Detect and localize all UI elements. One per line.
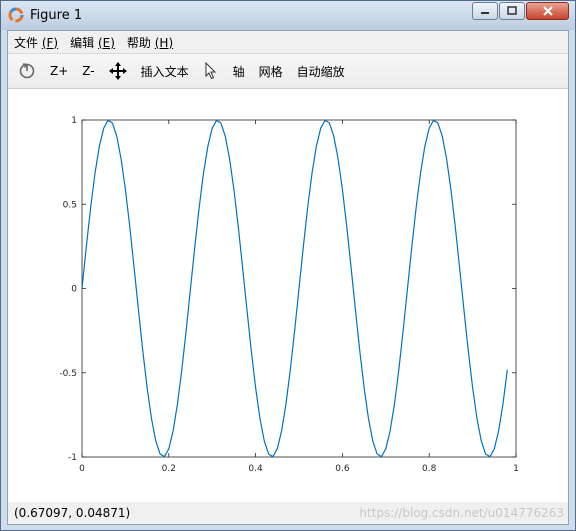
x-tick-label: 0.4 xyxy=(248,464,263,474)
autoscale-label: 自动缩放 xyxy=(296,64,345,79)
x-tick-label: 1 xyxy=(513,464,519,474)
menu-file[interactable]: 文件 (F) xyxy=(8,34,64,51)
menu-help-label: 帮助 xyxy=(126,35,151,50)
menu-bar: 文件 (F) 编辑 (E) 帮助 (H) xyxy=(8,31,568,54)
y-tick-label: -1 xyxy=(68,453,77,463)
pointer-coordinates: (0.67097, 0.04871) xyxy=(14,506,131,520)
zoom-out-label: Z- xyxy=(82,64,95,78)
window-title: Figure 1 xyxy=(30,8,83,23)
zoom-in-button[interactable]: Z+ xyxy=(43,58,75,84)
menu-help-accel: (H) xyxy=(154,35,174,50)
octave-app-icon xyxy=(8,7,24,23)
y-tick-label: 0.5 xyxy=(63,200,77,210)
close-button[interactable] xyxy=(526,2,569,20)
axis-button[interactable]: 轴 xyxy=(226,58,252,84)
plot-area[interactable]: 0 0.2 0.4 0.6 0.8 1 1 0.5 0 -0.5 -1 xyxy=(8,89,568,502)
autoscale-button[interactable]: 自动缩放 xyxy=(290,58,352,84)
select-button[interactable] xyxy=(196,58,226,84)
maximize-button[interactable] xyxy=(499,2,525,20)
title-bar[interactable]: Figure 1 xyxy=(1,1,575,30)
figure-window: Figure 1 文件 (F) 编辑 (E) 帮助 (H) Z+ Z- 插入文本… xyxy=(0,0,576,531)
watermark-text: https://blog.csdn.net/u014776263 xyxy=(359,506,564,520)
sine-chart[interactable]: 0 0.2 0.4 0.6 0.8 1 1 0.5 0 -0.5 -1 xyxy=(8,89,568,502)
status-bar: (0.67097, 0.04871) https://blog.csdn.net… xyxy=(8,502,568,524)
figure-toolbar: Z+ Z- 插入文本 轴 网格 自动缩放 xyxy=(8,54,568,89)
x-tick-label: 0.8 xyxy=(422,464,437,474)
menu-help[interactable]: 帮助 (H) xyxy=(121,34,179,51)
pan-button[interactable] xyxy=(102,58,134,84)
menu-edit-label: 编辑 xyxy=(70,35,95,50)
cursor-arrow-icon xyxy=(205,62,216,80)
close-icon xyxy=(542,6,553,16)
y-tick-label: 1 xyxy=(71,116,77,126)
x-tick-label: 0.2 xyxy=(162,464,176,474)
maximize-icon xyxy=(507,6,517,15)
rotate-icon xyxy=(19,63,35,79)
figure-client-area: 文件 (F) 编辑 (E) 帮助 (H) Z+ Z- 插入文本 轴 网格 自动缩… xyxy=(7,30,569,525)
rotate-button[interactable] xyxy=(8,58,43,84)
y-tick-label: -0.5 xyxy=(59,369,77,379)
minimize-icon xyxy=(481,12,489,14)
x-tick-label: 0.6 xyxy=(335,464,350,474)
insert-text-label: 插入文本 xyxy=(140,64,189,79)
grid-button[interactable]: 网格 xyxy=(252,58,290,84)
menu-edit[interactable]: 编辑 (E) xyxy=(64,34,121,51)
insert-text-button[interactable]: 插入文本 xyxy=(134,58,196,84)
x-tick-label: 0 xyxy=(79,464,85,474)
grid-label: 网格 xyxy=(258,64,283,79)
zoom-out-button[interactable]: Z- xyxy=(75,58,101,84)
pan-icon xyxy=(108,62,127,80)
minimize-button[interactable] xyxy=(472,2,498,20)
y-tick-label: 0 xyxy=(71,285,77,295)
sine-series-line xyxy=(81,119,508,458)
menu-edit-accel: (E) xyxy=(97,35,115,50)
menu-file-label: 文件 xyxy=(14,35,39,50)
menu-file-accel: (F) xyxy=(41,35,59,50)
axis-label: 轴 xyxy=(232,64,245,79)
zoom-in-label: Z+ xyxy=(50,64,69,78)
